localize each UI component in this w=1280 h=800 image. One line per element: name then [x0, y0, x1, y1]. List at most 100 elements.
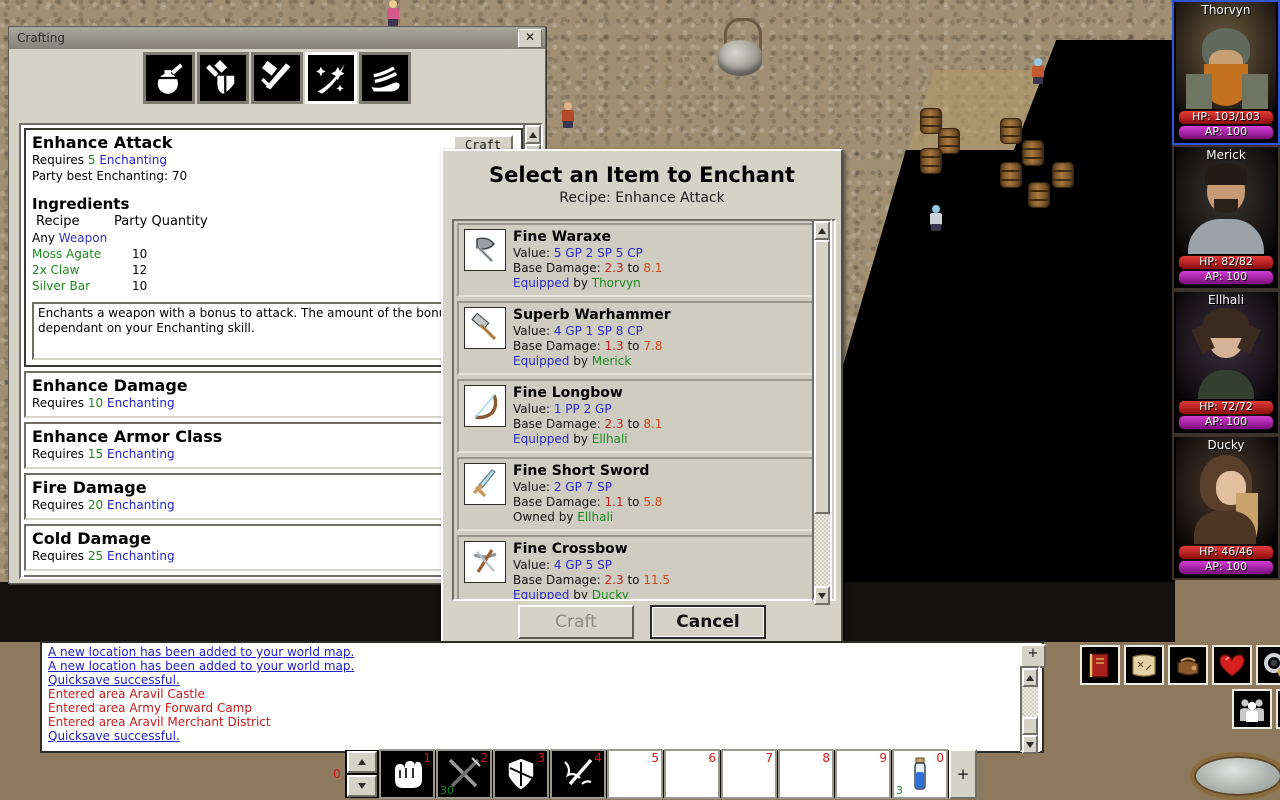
scroll-up-button[interactable]	[1022, 668, 1038, 687]
close-icon[interactable]: ✕	[518, 28, 542, 48]
avatar	[1176, 2, 1276, 109]
barrel[interactable]	[1052, 162, 1074, 188]
item-damage: Base Damage: 1.3 to 7.8	[513, 339, 663, 353]
hotbar-slot-4[interactable]: 4	[550, 749, 606, 799]
hotbar-page-down[interactable]	[347, 775, 377, 797]
hotbar-slot-7[interactable]: 7	[721, 749, 777, 799]
party-member-card[interactable]: Merick HP: 82/82 AP: 100	[1172, 145, 1280, 290]
hotbar-page-index: 0	[333, 767, 341, 781]
scroll-track[interactable]	[1022, 687, 1038, 717]
barrel[interactable]	[1028, 182, 1050, 208]
hotbar-slot-8[interactable]: 8	[778, 749, 834, 799]
tab-enchanting[interactable]	[305, 52, 357, 104]
party-member-name: Ducky	[1207, 438, 1245, 452]
hotbar-key: 9	[879, 751, 887, 765]
hotbar-slot-3[interactable]: 3	[493, 749, 549, 799]
spell-sword-icon	[564, 758, 593, 786]
barrel[interactable]	[1022, 140, 1044, 166]
axe-icon	[464, 229, 506, 271]
potion-vial-icon	[914, 757, 926, 790]
party-member-card[interactable]: Thorvyn HP: 103/103 AP: 100	[1172, 0, 1280, 145]
list-item[interactable]: Fine Waraxe Value: 5 GP 2 SP 5 CP Base D…	[457, 223, 831, 297]
hotbar-slot-5[interactable]: 5	[607, 749, 663, 799]
party-member-card[interactable]: Ducky HP: 46/46 AP: 100	[1172, 435, 1280, 580]
npc-head	[1034, 58, 1042, 66]
list-item[interactable]: Fine Longbow Value: 1 PP 2 GP Base Damag…	[457, 379, 831, 453]
hotbar[interactable]: 0 1 2 30 3 4 5 6 7 8 9 0 3 +	[333, 749, 977, 799]
party-icon[interactable]	[1232, 689, 1272, 729]
heart-icon[interactable]	[1212, 645, 1252, 685]
dialog-buttons: Craft Cancel	[443, 605, 841, 639]
requires-prefix: Requires	[32, 396, 85, 410]
requires-skill: Enchanting	[106, 549, 175, 563]
cancel-button[interactable]: Cancel	[650, 605, 766, 639]
requires-value: 15	[87, 447, 104, 461]
scroll-track[interactable]	[814, 514, 830, 586]
list-item[interactable]: Fine Short Sword Value: 2 GP 7 SP Base D…	[457, 457, 831, 531]
fist-icon	[395, 761, 422, 788]
gear-icon[interactable]	[1256, 645, 1280, 685]
tab-armorsmithing[interactable]	[197, 52, 249, 104]
npc-character[interactable]	[928, 205, 944, 231]
npc-character[interactable]	[385, 0, 401, 26]
scroll-up-button[interactable]	[525, 125, 541, 144]
hp-bar: HP: 103/103	[1178, 110, 1274, 125]
ap-bar: AP: 100	[1178, 270, 1274, 285]
tab-weaponsmithing[interactable]	[251, 52, 303, 104]
journal-icon[interactable]	[1080, 645, 1120, 685]
item-owner: Owned by Ellhali	[513, 510, 614, 524]
item-owner: Equipped by Merick	[513, 354, 632, 368]
hand-icon[interactable]	[1276, 689, 1280, 729]
sword-icon	[464, 463, 506, 505]
message-log[interactable]: A new location has been added to your wo…	[40, 641, 1044, 753]
log-scrollbar[interactable]	[1020, 666, 1040, 754]
backpack-icon[interactable]	[1168, 645, 1208, 685]
tab-alchemy[interactable]	[143, 52, 195, 104]
scroll-down-button[interactable]	[814, 586, 830, 605]
npc-legs	[563, 121, 573, 128]
hotbar-key: 4	[594, 751, 602, 765]
scroll-down-button[interactable]	[1022, 735, 1038, 754]
log-expand-button[interactable]: +	[1020, 644, 1046, 668]
hotbar-page-up[interactable]	[347, 751, 377, 773]
party-member-card[interactable]: Ellhali HP: 72/72 AP: 100	[1172, 290, 1280, 435]
hotbar-slot-2[interactable]: 2 30	[436, 749, 492, 799]
hotbar-slot-6[interactable]: 6	[664, 749, 720, 799]
hotbar-slot-1[interactable]: 1	[379, 749, 435, 799]
list-item[interactable]: Superb Warhammer Value: 4 GP 1 SP 8 CP B…	[457, 301, 831, 375]
item-list-scrollbar[interactable]	[812, 219, 832, 605]
hotbar-slot-9[interactable]: 9	[835, 749, 891, 799]
list-item[interactable]: Fine Crossbow Value: 4 GP 5 SP Base Dama…	[457, 535, 831, 599]
scroll-up-button[interactable]	[814, 221, 830, 240]
barrel[interactable]	[1000, 118, 1022, 144]
npc-character[interactable]	[1030, 58, 1046, 84]
requires-value: 5	[87, 153, 96, 167]
tab-leatherworking[interactable]	[359, 52, 411, 104]
npc-character[interactable]	[560, 102, 576, 128]
barrel[interactable]	[920, 148, 942, 174]
party-member-name: Ellhali	[1208, 293, 1244, 307]
scroll-thumb[interactable]	[1022, 717, 1038, 735]
craft-button[interactable]: Craft	[518, 605, 634, 639]
barrel[interactable]	[1000, 162, 1022, 188]
quick-action-row-1	[1080, 645, 1280, 685]
col-party-quantity: Party Quantity	[114, 214, 208, 229]
avatar	[1176, 147, 1276, 254]
select-item-dialog[interactable]: Select an Item to Enchant Recipe: Enhanc…	[441, 149, 843, 655]
requires-prefix: Requires	[32, 447, 85, 461]
npc-legs	[1033, 77, 1043, 84]
item-value: Value: 5 GP 2 SP 5 CP	[513, 246, 643, 260]
log-line: A new location has been added to your wo…	[48, 645, 355, 659]
ingredient-name: Moss Agate	[32, 247, 102, 261]
scroll-thumb[interactable]	[814, 240, 830, 514]
ingredient-name: Any Weapon	[32, 231, 108, 245]
ap-bar: AP: 100	[1178, 560, 1274, 575]
hotbar-key: 3	[537, 751, 545, 765]
hotbar-add-button[interactable]: +	[949, 749, 977, 799]
hotbar-slot-0[interactable]: 0 3	[892, 749, 948, 799]
item-list[interactable]: Fine Waraxe Value: 5 GP 2 SP 5 CP Base D…	[452, 219, 836, 601]
hotbar-page-controls[interactable]: 0	[333, 751, 379, 797]
map-icon[interactable]	[1124, 645, 1164, 685]
item-name: Fine Crossbow	[513, 541, 628, 557]
well-object[interactable]	[712, 18, 768, 76]
